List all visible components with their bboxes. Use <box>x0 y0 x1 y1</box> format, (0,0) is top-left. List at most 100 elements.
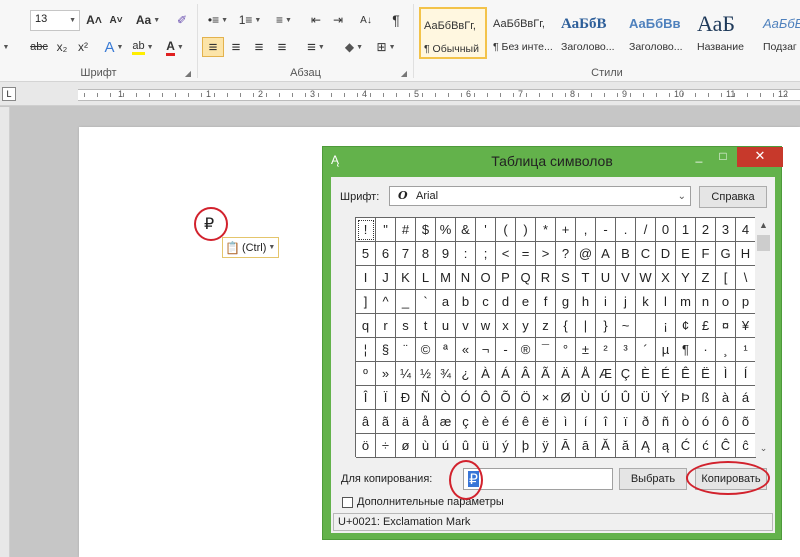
style-subtitle[interactable]: АаБбВ Подзаг <box>760 7 800 59</box>
char-cell[interactable]: ą <box>656 434 676 458</box>
char-cell[interactable]: 5 <box>356 242 376 266</box>
char-cell[interactable]: w <box>476 314 496 338</box>
inserted-ruble-symbol[interactable]: ₽ <box>204 214 214 233</box>
char-cell[interactable]: É <box>656 362 676 386</box>
show-marks-button[interactable]: ¶ <box>386 10 406 30</box>
char-cell[interactable]: Ï <box>376 386 396 410</box>
style-title[interactable]: АаБ Название <box>694 7 762 59</box>
char-cell[interactable]: : <box>456 242 476 266</box>
char-cell[interactable]: X <box>656 266 676 290</box>
char-cell[interactable]: n <box>696 290 716 314</box>
char-cell[interactable]: 3 <box>716 218 736 242</box>
highlight-button[interactable]: ab ▼ <box>130 37 156 57</box>
char-cell[interactable]: E <box>676 242 696 266</box>
dropdown-arrow-button[interactable]: ▼ <box>0 37 10 57</box>
char-cell[interactable]: Ô <box>476 386 496 410</box>
char-cell[interactable]: " <box>376 218 396 242</box>
char-cell[interactable]: Ä <box>556 362 576 386</box>
char-cell[interactable]: 8 <box>416 242 436 266</box>
char-cell[interactable]: d <box>496 290 516 314</box>
char-cell[interactable]: ö <box>356 434 376 458</box>
char-cell[interactable]: ÿ <box>536 434 556 458</box>
char-cell[interactable]: j <box>616 290 636 314</box>
char-cell[interactable]: £ <box>696 314 716 338</box>
scroll-down-icon[interactable]: ⌄ <box>755 440 772 457</box>
char-cell[interactable]: v <box>456 314 476 338</box>
maximize-button[interactable]: □ <box>711 147 735 167</box>
char-cell[interactable]: Ø <box>556 386 576 410</box>
char-cell[interactable]: R <box>536 266 556 290</box>
char-cell[interactable]: A <box>596 242 616 266</box>
char-cell[interactable]: G <box>716 242 736 266</box>
char-cell[interactable]: þ <box>516 434 536 458</box>
sort-button[interactable]: A↓ <box>356 10 376 30</box>
scroll-up-icon[interactable]: ▲ <box>755 217 772 234</box>
char-cell[interactable]: f <box>536 290 556 314</box>
help-button[interactable]: Справка <box>699 186 767 208</box>
char-cell[interactable]: q <box>356 314 376 338</box>
char-cell[interactable]: á <box>736 386 756 410</box>
char-cell[interactable]: å <box>416 410 436 434</box>
char-cell[interactable]: ¼ <box>396 362 416 386</box>
char-cell[interactable]: } <box>596 314 616 338</box>
char-cell[interactable]: ß <box>696 386 716 410</box>
char-cell[interactable]: ù <box>416 434 436 458</box>
char-cell[interactable]: ¹ <box>736 338 756 362</box>
char-cell[interactable]: O <box>476 266 496 290</box>
char-cell[interactable]: Ã <box>536 362 556 386</box>
char-cell[interactable]: Z <box>696 266 716 290</box>
char-cell[interactable]: ç <box>456 410 476 434</box>
char-cell[interactable]: ñ <box>656 410 676 434</box>
char-cell[interactable]: æ <box>436 410 456 434</box>
char-cell[interactable]: H <box>736 242 756 266</box>
align-center-button[interactable]: ≡ <box>225 37 247 57</box>
style-heading-2[interactable]: АаБбВв Заголово... <box>626 7 694 59</box>
char-cell[interactable]: $ <box>416 218 436 242</box>
char-cell[interactable]: @ <box>576 242 596 266</box>
char-cell[interactable]: t <box>416 314 436 338</box>
char-cell[interactable]: Ö <box>516 386 536 410</box>
line-spacing-button[interactable]: ≡ ▼ <box>302 37 330 57</box>
char-cell[interactable]: ` <box>416 290 436 314</box>
shading-button[interactable]: ◆ ▼ <box>340 37 368 57</box>
clear-formatting-button[interactable]: ✐ <box>172 10 192 30</box>
char-cell[interactable]: m <box>676 290 696 314</box>
char-cell[interactable]: ¬ <box>476 338 496 362</box>
tab-selector[interactable]: L <box>2 87 16 101</box>
char-cell[interactable]: e <box>516 290 536 314</box>
close-button[interactable]: ✕ <box>737 147 783 167</box>
char-cell[interactable]: | <box>576 314 596 338</box>
char-cell[interactable]: º <box>356 362 376 386</box>
char-cell[interactable]: 0 <box>656 218 676 242</box>
char-cell[interactable]: Ë <box>696 362 716 386</box>
char-cell[interactable]: Î <box>356 386 376 410</box>
char-cell[interactable]: Ú <box>596 386 616 410</box>
char-cell[interactable]: è <box>476 410 496 434</box>
char-cell[interactable]: Õ <box>496 386 516 410</box>
ruler-bar[interactable]: 112345678910111213 <box>78 89 800 101</box>
char-cell[interactable]: ý <box>496 434 516 458</box>
font-size-box[interactable]: 13 ▼ <box>30 10 80 31</box>
char-cell[interactable]: ~ <box>616 314 636 338</box>
char-cell[interactable]: # <box>396 218 416 242</box>
shrink-font-button[interactable]: A˅ <box>106 10 126 30</box>
char-cell[interactable]: Æ <box>596 362 616 386</box>
char-cell[interactable]: × <box>536 386 556 410</box>
char-cell[interactable]: ÷ <box>376 434 396 458</box>
char-cell[interactable]: ° <box>556 338 576 362</box>
char-cell[interactable]: Ü <box>636 386 656 410</box>
char-cell[interactable]: Ā <box>556 434 576 458</box>
char-cell[interactable]: Å <box>576 362 596 386</box>
char-cell[interactable]: N <box>456 266 476 290</box>
char-cell[interactable]: Ă <box>596 434 616 458</box>
char-cell[interactable]: Ò <box>436 386 456 410</box>
justify-button[interactable]: ≡ <box>271 37 293 57</box>
char-cell[interactable]: ® <box>516 338 536 362</box>
char-cell[interactable]: ± <box>576 338 596 362</box>
char-cell[interactable]: ü <box>476 434 496 458</box>
char-cell[interactable]: ø <box>396 434 416 458</box>
char-cell[interactable]: g <box>556 290 576 314</box>
char-cell[interactable]: · <box>696 338 716 362</box>
char-cell[interactable]: ¥ <box>736 314 756 338</box>
grid-scrollbar[interactable]: ▲ ⌄ <box>755 217 772 457</box>
